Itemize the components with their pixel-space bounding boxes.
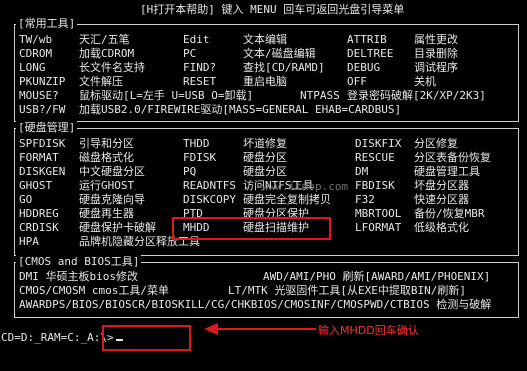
cmd-code: MBRTOOL: [355, 207, 402, 220]
cmd-desc: 中文硬盘分区: [79, 165, 145, 178]
cmd-desc: 鼠标驱动[L=左手 U=USB O=卸载]: [79, 89, 254, 102]
cmd-code: OFF: [347, 75, 367, 88]
cmd-code: DISKGEN: [19, 165, 66, 178]
bios-item: LT/MTK 光驱固件工具[从EXE中提取BIN/刷新]: [228, 284, 466, 297]
cmd-code: DEBUG: [347, 61, 381, 74]
cmd-code: RESET: [183, 75, 217, 88]
cmd-code: PKUNZIP: [19, 75, 66, 88]
watermark: www.itmop.com: [262, 180, 349, 193]
cmd-desc: 文件解压: [79, 75, 123, 88]
cmd-code: CRDISK: [19, 221, 59, 234]
cmd-desc: 天汇/五笔: [79, 33, 130, 46]
cmd-code: ATTRIB: [347, 33, 387, 46]
help-banner: [H打开本帮助] 键入 MENU 回车可返回光盘引导菜单: [140, 3, 405, 16]
cmd-desc: 目录删除: [414, 47, 458, 60]
cmd-code: PQ: [183, 165, 197, 178]
cmd-desc: 加载USB2.0/FIREWIRE驱动[MASS=GENERAL EHAB=CA…: [79, 103, 402, 116]
cmd-code: GHOST: [19, 179, 53, 192]
common-tools-title: [常用工具]: [16, 17, 78, 31]
cmd-code: DM: [355, 165, 369, 178]
prompt-highlight-box: [102, 325, 191, 351]
cmd-desc: 备份/恢复MBR: [414, 207, 485, 220]
cmd-code: DISKCOPY: [183, 193, 236, 206]
cmd-desc: 调试程序: [414, 61, 458, 74]
cmd-desc: 运行GHOST: [79, 179, 135, 192]
cmd-code: SPFDISK: [19, 137, 66, 150]
cmd-code: FDISK: [183, 151, 217, 164]
disk-tools-title: [硬盘管理]: [16, 121, 78, 135]
cmd-desc: 引导和分区: [79, 137, 134, 150]
cmd-code: LONG: [19, 61, 46, 74]
cmd-desc: 分区表备份恢复: [414, 151, 491, 164]
cmd-code: THDD: [183, 137, 210, 150]
cmd-desc: 文本编辑: [243, 33, 287, 46]
prompt-text: CD=D:_RAM=C:_A:\>: [1, 331, 114, 344]
cmd-desc: 重启电脑: [243, 75, 287, 88]
cmd-desc: 低级格式化: [414, 221, 469, 234]
cmd-desc: 属性更改: [414, 33, 458, 46]
arrow-shaft: [218, 328, 316, 330]
cmd-code: DISKFIX: [355, 137, 402, 150]
annotation-text: 输入MHDD回车确认: [318, 324, 419, 337]
cmd-code: PC: [183, 47, 197, 60]
arrow-icon: [204, 323, 218, 335]
bios-tools-title: [CMOS and BIOS工具]: [16, 255, 142, 269]
cmd-code: F32: [355, 193, 375, 206]
cmd-desc: 硬盘管理工具: [414, 165, 480, 178]
cmd-code: NTPASS: [300, 89, 340, 102]
bios-item: DMI 华硕主板bios修改: [19, 270, 138, 283]
cmd-desc: 快速分区器: [414, 193, 469, 206]
bios-item: AWARDPS/BIOS/BIOSCR/BIOSKILL/CG/CHKBIOS/…: [19, 298, 492, 311]
cmd-desc: 硬盘完全复制拷贝: [243, 193, 331, 206]
cmd-code: HPA: [19, 235, 39, 248]
cmd-code: LFORMAT: [355, 221, 402, 234]
cmd-code: USB?/FW: [19, 103, 66, 116]
cmd-desc: 硬盘分区: [243, 165, 287, 178]
cmd-code: READNTFS: [183, 179, 236, 192]
cmd-desc: 关机: [414, 75, 436, 88]
cmd-desc: 文本/磁盘编辑: [243, 47, 316, 60]
cmd-desc: 坏道修复: [243, 137, 287, 150]
bios-item: AWD/AMI/PHO 刷新[AWARD/AMI/PHOENIX]: [263, 270, 491, 283]
cmd-desc: 磁盘格式化: [79, 151, 134, 164]
cmd-desc: 分区修复: [414, 137, 458, 150]
cmd-code: RESCUE: [355, 151, 395, 164]
cmd-code: FIND?: [183, 61, 217, 74]
cmd-desc: 加载CDROM: [79, 47, 135, 60]
cmd-code: FORMAT: [19, 151, 59, 164]
cmd-code: MOUSE?: [19, 89, 59, 102]
cmd-code: DELTREE: [347, 47, 394, 60]
bios-item: CMOS/CMOSM cmos工具/菜单: [19, 284, 169, 297]
cmd-code: Edit: [183, 33, 210, 46]
cmd-desc: 长文件名支持: [79, 61, 145, 74]
cmd-code: FBDISK: [355, 179, 395, 192]
cmd-desc: 坏盘分区器: [414, 179, 469, 192]
cmd-desc: 硬盘保护卡破解: [79, 221, 156, 234]
dos-screen: [H打开本帮助] 键入 MENU 回车可返回光盘引导菜单 [常用工具] TW/w…: [0, 0, 527, 371]
cmd-desc: 登录密码破解[2K/XP/2K3]: [347, 89, 486, 102]
cmd-desc: 硬盘克隆向导: [79, 193, 145, 206]
cmd-desc: 硬盘分区: [243, 151, 287, 164]
cmd-desc: 查找[CD/RAMD]: [243, 61, 325, 74]
cmd-code: CDROM: [19, 47, 53, 60]
cmd-desc: 硬盘再生器: [79, 207, 134, 220]
cmd-code: GO: [19, 193, 33, 206]
cmd-code: TW/wb: [19, 33, 53, 46]
mhdd-highlight-box: [172, 217, 331, 240]
cmd-code: HDDREG: [19, 207, 59, 220]
